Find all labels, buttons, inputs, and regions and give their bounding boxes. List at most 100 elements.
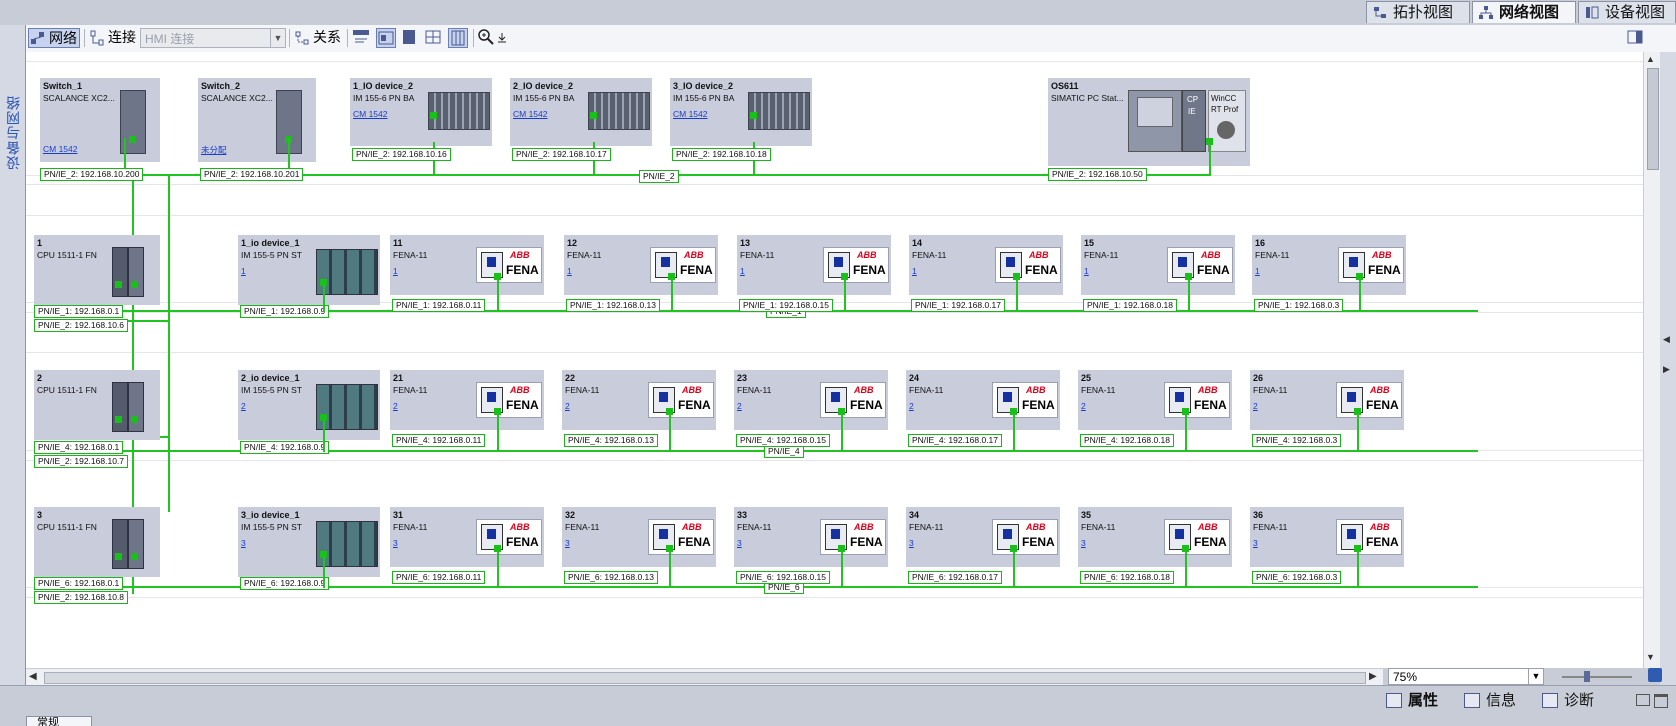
network-line-pnie2-vertical[interactable] bbox=[168, 174, 170, 512]
port-connector[interactable] bbox=[131, 416, 138, 423]
device-fena[interactable]: 33 FENA-11 3 ABB FENA bbox=[734, 507, 888, 567]
device-io-row2[interactable]: 2_io device_1 IM 155-5 PN ST 2 bbox=[238, 370, 380, 440]
device-assignment-link[interactable]: CM 1542 bbox=[513, 109, 548, 119]
device-io-1[interactable]: 1_IO device_2 IM 155-6 PN BA CM 1542 bbox=[350, 78, 492, 146]
device-fena[interactable]: 24 FENA-11 2 ABB FENA bbox=[906, 370, 1060, 430]
port-label[interactable]: PN/IE_2: 192.168.10.8 bbox=[34, 591, 129, 604]
port-label[interactable]: PN/IE_6: 192.168.0.1 bbox=[34, 577, 124, 590]
port-connector[interactable] bbox=[131, 553, 138, 560]
port-label[interactable]: PN/IE_1: 192.168.0.17 bbox=[911, 299, 1006, 312]
tab-properties[interactable]: 属性 bbox=[1384, 690, 1438, 712]
port-label[interactable]: PN/IE_1: 192.168.0.3 bbox=[1254, 299, 1344, 312]
device-assignment-link[interactable]: 未分配 bbox=[201, 144, 227, 156]
port-label[interactable]: PN/IE_2: 192.168.10.18 bbox=[672, 148, 771, 161]
port-connector[interactable] bbox=[115, 281, 122, 288]
download-icon[interactable] bbox=[496, 28, 508, 48]
device-fena[interactable]: 23 FENA-11 2 ABB FENA bbox=[734, 370, 888, 430]
port-label[interactable]: PN/IE_4: 192.168.0.9 bbox=[240, 441, 330, 454]
port-label[interactable]: PN/IE_4: 192.168.0.18 bbox=[1080, 434, 1175, 447]
device-assignment-link[interactable]: CM 1542 bbox=[353, 109, 388, 119]
network-mode-button[interactable]: 网络 bbox=[28, 28, 80, 48]
port-label[interactable]: PN/IE_2: 192.168.10.6 bbox=[34, 319, 129, 332]
device-assignment-link[interactable]: 2 bbox=[909, 401, 914, 411]
device-assignment-link[interactable]: 2 bbox=[737, 401, 742, 411]
port-label[interactable]: PN/IE_1: 192.168.0.9 bbox=[240, 305, 330, 318]
device-switch-2[interactable]: Switch_2 SCALANCE XC2... 未分配 bbox=[198, 78, 316, 162]
port-label[interactable]: PN/IE_2: 192.168.10.200 bbox=[40, 168, 144, 181]
device-fena[interactable]: 26 FENA-11 2 ABB FENA bbox=[1250, 370, 1404, 430]
device-os611[interactable]: OS611 SIMATIC PC Stat... CP IE WinCC RT … bbox=[1048, 78, 1250, 166]
device-assignment-link[interactable]: 1 bbox=[567, 266, 572, 276]
device-assignment-link[interactable]: 3 bbox=[909, 538, 914, 548]
port-connector[interactable] bbox=[115, 553, 122, 560]
expand-arrow-icon[interactable]: ▶ bbox=[1663, 364, 1670, 375]
chevron-down-icon[interactable]: ▼ bbox=[270, 29, 285, 47]
zoom-view-button[interactable] bbox=[376, 28, 396, 48]
device-fena[interactable]: 22 FENA-11 2 ABB FENA bbox=[562, 370, 716, 430]
device-assignment-link[interactable]: 3 bbox=[393, 538, 398, 548]
port-label[interactable]: PN/IE_4: 192.168.0.13 bbox=[564, 434, 659, 447]
zoom-slider[interactable] bbox=[1560, 668, 1640, 685]
device-cpu-2[interactable]: 2 CPU 1511-1 FN bbox=[34, 370, 160, 440]
port-label[interactable]: PN/IE_2: 192.168.10.201 bbox=[200, 168, 304, 181]
zoom-select[interactable]: 75% ▼ bbox=[1388, 668, 1544, 685]
device-io-3[interactable]: 3_IO device_2 IM 155-6 PN BA CM 1542 bbox=[670, 78, 812, 146]
device-assignment-link[interactable]: 1 bbox=[241, 266, 246, 276]
port-connector[interactable] bbox=[115, 416, 122, 423]
scroll-up-icon[interactable]: ▲ bbox=[1646, 54, 1655, 64]
toggle-panel-button[interactable] bbox=[1626, 28, 1646, 48]
port-label[interactable]: PN/IE_6: 192.168.0.11 bbox=[392, 571, 486, 584]
port-connector[interactable] bbox=[750, 112, 757, 119]
device-fena[interactable]: 31 FENA-11 3 ABB FENA bbox=[390, 507, 544, 567]
tab-info[interactable]: 信息 bbox=[1462, 690, 1516, 712]
port-connector[interactable] bbox=[430, 112, 437, 119]
port-label[interactable]: PN/IE_4: 192.168.0.3 bbox=[1252, 434, 1342, 447]
device-fena[interactable]: 35 FENA-11 3 ABB FENA bbox=[1078, 507, 1232, 567]
port-label[interactable]: PN/IE_4: 192.168.0.15 bbox=[736, 434, 831, 447]
device-cpu-3[interactable]: 3 CPU 1511-1 FN bbox=[34, 507, 160, 577]
device-fena[interactable]: 21 FENA-11 2 ABB FENA bbox=[390, 370, 544, 430]
device-fena[interactable]: 32 FENA-11 3 ABB FENA bbox=[562, 507, 716, 567]
port-connector[interactable] bbox=[131, 281, 138, 288]
port-label[interactable]: PN/IE_6: 192.168.0.13 bbox=[564, 571, 659, 584]
grid-layout-button[interactable] bbox=[424, 28, 444, 48]
port-label[interactable]: PN/IE_1: 192.168.0.11 bbox=[392, 299, 486, 312]
device-assignment-link[interactable]: 2 bbox=[1081, 401, 1086, 411]
device-fena[interactable]: 34 FENA-11 3 ABB FENA bbox=[906, 507, 1060, 567]
show-address-button[interactable] bbox=[352, 28, 372, 48]
tab-network-view[interactable]: 网络视图 bbox=[1472, 1, 1576, 23]
scroll-down-icon[interactable]: ▼ bbox=[1646, 652, 1655, 662]
port-label[interactable]: PN/IE_6: 192.168.0.17 bbox=[908, 571, 1003, 584]
device-io-row3[interactable]: 3_io device_1 IM 155-5 PN ST 3 bbox=[238, 507, 380, 577]
tab-topology-view[interactable]: 拓扑视图 bbox=[1366, 1, 1470, 23]
device-switch-1[interactable]: Switch_1 SCALANCE XC2... CM 1542 bbox=[40, 78, 160, 162]
device-io-2[interactable]: 2_IO device_2 IM 155-6 PN BA CM 1542 bbox=[510, 78, 652, 146]
device-assignment-link[interactable]: 1 bbox=[1255, 266, 1260, 276]
device-assignment-link[interactable]: 3 bbox=[565, 538, 570, 548]
connections-mode-button[interactable]: 连接 bbox=[88, 28, 140, 48]
side-panel-tab[interactable]: 设备与网络 bbox=[0, 25, 26, 685]
port-connector[interactable] bbox=[129, 136, 136, 143]
device-fena[interactable]: 36 FENA-11 3 ABB FENA bbox=[1250, 507, 1404, 567]
device-fena[interactable]: 11 FENA-11 1 ABB FENA bbox=[390, 235, 544, 295]
tab-diagnostics[interactable]: 诊断 bbox=[1540, 690, 1594, 712]
restore-icon[interactable] bbox=[1636, 694, 1650, 706]
table-view-button[interactable] bbox=[448, 28, 468, 48]
device-assignment-link[interactable]: 1 bbox=[740, 266, 745, 276]
collapse-arrow-icon[interactable]: ◀ bbox=[1663, 334, 1670, 345]
device-io-row1[interactable]: 1_io device_1 IM 155-5 PN ST 1 bbox=[238, 235, 380, 305]
device-assignment-link[interactable]: 2 bbox=[1253, 401, 1258, 411]
zoom-in-button[interactable] bbox=[477, 28, 497, 48]
network-canvas[interactable]: Switch_1 SCALANCE XC2... CM 1542 PN/IE_2… bbox=[26, 52, 1643, 668]
device-assignment-link[interactable]: 2 bbox=[393, 401, 398, 411]
device-fena[interactable]: 25 FENA-11 2 ABB FENA bbox=[1078, 370, 1232, 430]
port-label[interactable]: PN/IE_1: 192.168.0.1 bbox=[34, 305, 124, 318]
device-assignment-link[interactable]: 3 bbox=[1081, 538, 1086, 548]
port-label[interactable]: PN/IE_6: 192.168.0.18 bbox=[1080, 571, 1175, 584]
subnet-label-pnie2[interactable]: PN/IE_2 bbox=[639, 170, 679, 183]
device-assignment-link[interactable]: 2 bbox=[241, 401, 246, 411]
horizontal-scrollbar[interactable]: ◀ ▶ bbox=[26, 668, 1383, 686]
device-assignment-link[interactable]: 1 bbox=[912, 266, 917, 276]
port-label[interactable]: PN/IE_4: 192.168.0.11 bbox=[392, 434, 486, 447]
device-fena[interactable]: 13 FENA-11 1 ABB FENA bbox=[737, 235, 891, 295]
